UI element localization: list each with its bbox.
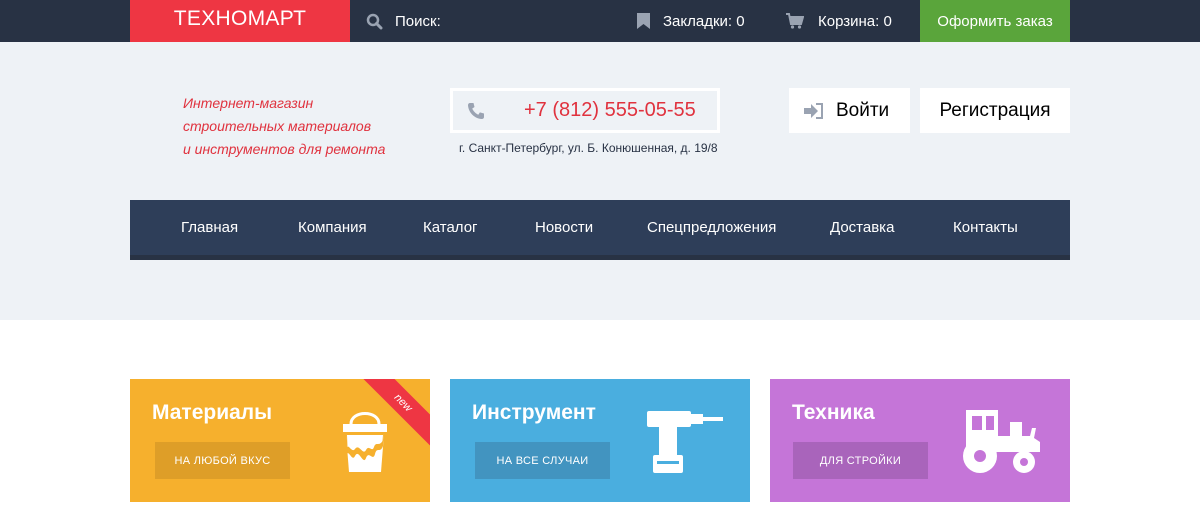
login-icon (804, 102, 823, 119)
search-icon (366, 13, 383, 29)
nav-item-news[interactable]: Новости (535, 200, 593, 255)
logo[interactable]: ТЕХНОМАРТ (130, 0, 350, 46)
tractor-icon (963, 410, 1040, 473)
card-title: Материалы (152, 401, 273, 424)
bookmark-icon (637, 13, 650, 29)
search[interactable]: Поиск: (366, 0, 441, 42)
main-nav: Главная Компания Каталог Новости Спецпре… (130, 200, 1070, 260)
order-button[interactable]: Оформить заказ (920, 0, 1070, 42)
search-label: Поиск: (395, 12, 441, 30)
bookmarks-label: Закладки: 0 (663, 12, 745, 30)
drill-icon (647, 411, 723, 473)
phone-number[interactable]: +7 (812) 555-05-55 (453, 91, 717, 130)
cart-label: Корзина: 0 (818, 12, 892, 30)
nav-item-catalog[interactable]: Каталог (423, 200, 478, 255)
card-title: Техника (792, 401, 875, 424)
nav-item-company[interactable]: Компания (298, 200, 367, 255)
cart-link[interactable]: Корзина: 0 (786, 0, 892, 42)
nav-item-home[interactable]: Главная (181, 200, 238, 255)
tagline: Интернет-магазин строительных материалов… (183, 92, 385, 161)
card-button[interactable]: НА ВСЕ СЛУЧАИ (475, 442, 610, 479)
cart-icon (786, 13, 804, 29)
nav-item-delivery[interactable]: Доставка (830, 200, 894, 255)
card-tools[interactable]: Инструмент НА ВСЕ СЛУЧАИ (450, 379, 750, 502)
card-materials[interactable]: Материалы НА ЛЮБОЙ ВКУС new (130, 379, 430, 502)
card-button[interactable]: ДЛЯ СТРОЙКИ (793, 442, 928, 479)
card-title: Инструмент (472, 401, 596, 424)
bookmarks-link[interactable]: Закладки: 0 (637, 0, 745, 42)
phone-box[interactable]: +7 (812) 555-05-55 (450, 88, 720, 133)
nav-item-contacts[interactable]: Контакты (953, 200, 1018, 255)
address: г. Санкт-Петербург, ул. Б. Конюшенная, д… (459, 141, 718, 155)
paint-bucket-icon (343, 412, 387, 472)
tagline-line-1: Интернет-магазин (183, 95, 314, 111)
register-button[interactable]: Регистрация (920, 88, 1070, 133)
tagline-line-3: и инструментов для ремонта (183, 141, 386, 157)
card-machinery[interactable]: Техника ДЛЯ СТРОЙКИ (770, 379, 1070, 502)
card-button[interactable]: НА ЛЮБОЙ ВКУС (155, 442, 290, 479)
top-bar: ТЕХНОМАРТ Поиск: Закладки: 0 Корзина: 0 … (0, 0, 1200, 46)
login-label: Войти (836, 99, 890, 121)
header-band (0, 42, 1200, 320)
login-button[interactable]: Войти (789, 88, 910, 133)
nav-item-special-offers[interactable]: Спецпредложения (647, 200, 776, 255)
tagline-line-2: строительных материалов (183, 118, 372, 134)
